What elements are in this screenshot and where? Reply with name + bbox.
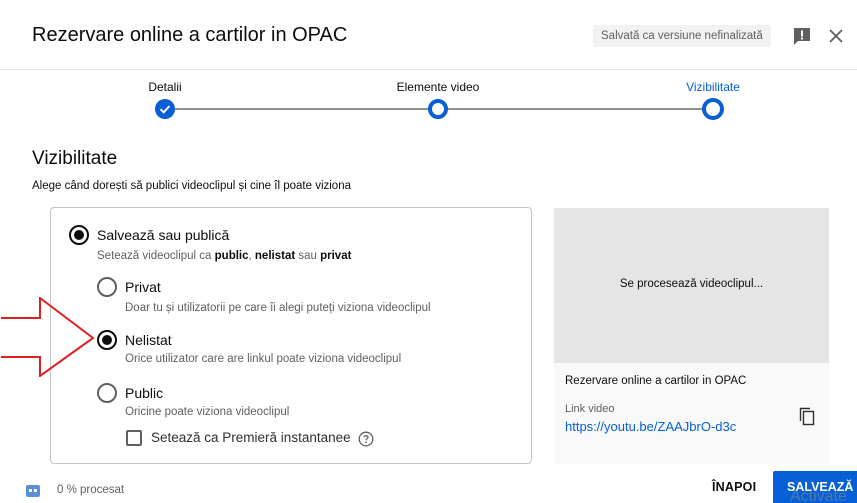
step-visibility-dot[interactable] — [702, 98, 724, 120]
visibility-description: Alege când dorești să publici videoclipu… — [32, 180, 351, 192]
help-icon[interactable] — [358, 431, 374, 447]
activate-watermark: Activate — [790, 488, 847, 503]
premiere-label[interactable]: Setează ca Premieră instantanee — [151, 430, 351, 445]
feedback-icon[interactable] — [792, 26, 812, 46]
processing-status: 0 % procesat — [57, 484, 125, 496]
back-button[interactable]: ÎNAPOI — [712, 480, 756, 494]
step-details-check-icon[interactable] — [155, 99, 175, 119]
save-or-publish-label[interactable]: Salvează sau publică — [97, 227, 229, 243]
step-video-elements-dot[interactable] — [428, 99, 448, 119]
draft-status-badge: Salvată ca versiune nefinalizată — [593, 25, 771, 47]
copy-icon[interactable] — [797, 406, 817, 426]
private-option-description: Doar tu și utilizatorii pe care îi alegi… — [125, 302, 431, 314]
premiere-checkbox[interactable] — [126, 430, 142, 446]
processing-text: Se procesează videoclipul... — [619, 278, 764, 290]
video-preview-panel: Se procesează videoclipul... Rezervare o… — [554, 208, 829, 464]
hd-processing-icon — [26, 485, 40, 497]
step-visibility-label[interactable]: Vizibilitate — [686, 80, 740, 94]
upload-stepper: Detalii Elemente video Vizibilitate — [0, 70, 857, 135]
unlisted-option-description: Orice utilizator care are linkul poate v… — [125, 353, 402, 365]
step-video-elements-label[interactable]: Elemente video — [397, 80, 480, 94]
preview-video-title: Rezervare online a cartilor in OPAC — [565, 375, 747, 387]
visibility-heading: Vizibilitate — [32, 148, 118, 169]
close-icon[interactable] — [826, 26, 846, 46]
annotation-arrow-icon — [1, 297, 95, 377]
save-or-publish-radio[interactable] — [69, 225, 89, 245]
private-radio[interactable] — [97, 277, 117, 297]
unlisted-radio[interactable] — [97, 330, 117, 350]
video-link-label: Link video — [565, 403, 615, 415]
public-option-label[interactable]: Public — [125, 385, 163, 401]
video-preview-placeholder: Se procesează videoclipul... — [554, 208, 829, 363]
visibility-options-box: Salvează sau publică Setează videoclipul… — [50, 207, 532, 464]
private-option-label[interactable]: Privat — [125, 279, 161, 295]
unlisted-option-label[interactable]: Nelistat — [125, 332, 172, 348]
public-option-description: Oricine poate viziona videoclipul — [125, 406, 290, 418]
dialog-title: Rezervare online a cartilor in OPAC — [32, 24, 348, 46]
video-link[interactable]: https://youtu.be/ZAAJbrO-d3c — [565, 419, 736, 434]
step-details-label[interactable]: Detalii — [148, 80, 181, 94]
public-radio[interactable] — [97, 383, 117, 403]
dialog-header: Rezervare online a cartilor in OPAC Salv… — [0, 0, 857, 70]
save-or-publish-description: Setează videoclipul ca public, nelistat … — [97, 250, 352, 262]
